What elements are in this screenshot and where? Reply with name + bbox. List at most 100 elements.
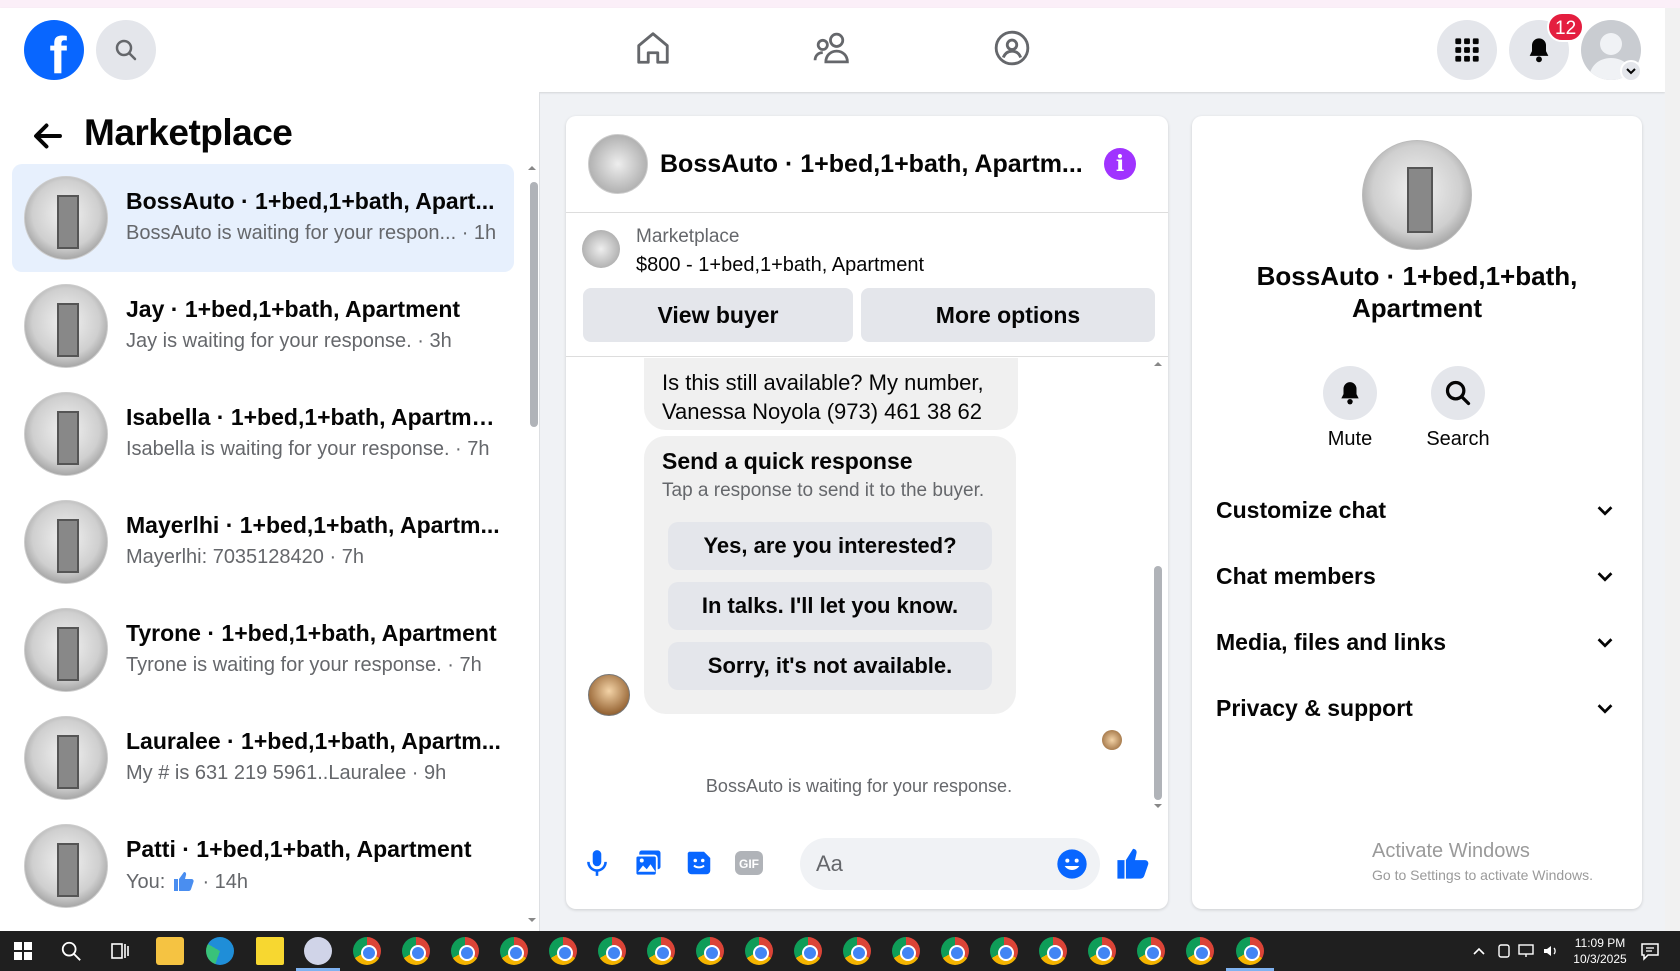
taskbar-search-icon[interactable] [60,940,82,962]
mute-button[interactable]: Mute [1305,366,1395,451]
chrome-icon[interactable] [598,937,626,965]
chat-header-avatar[interactable] [588,134,648,194]
conversation-item[interactable]: Isabella · 1+bed,1+bath, Apartment Isabe… [12,380,514,488]
chevron-down-icon [1597,704,1613,714]
clock-date: 10/3/2025 [1573,952,1627,966]
send-like-button[interactable] [1114,844,1152,882]
home-nav-button[interactable] [631,26,675,70]
quick-response-button[interactable]: In talks. I'll let you know. [668,582,992,630]
contact-avatar[interactable] [1362,140,1472,250]
file-explorer-icon[interactable] [156,937,184,965]
sticky-notes-icon[interactable] [256,937,284,965]
conversation-preview: Isabella is waiting for your response. ·… [126,438,490,460]
volume-icon[interactable] [1542,943,1560,959]
sticker-button[interactable] [682,846,716,880]
scrollbar-thumb[interactable] [530,182,538,427]
home-icon [637,32,669,64]
tray-device-icon[interactable] [1496,943,1512,959]
chrome-icon[interactable] [1137,937,1165,965]
gif-button[interactable]: GIF [732,846,766,880]
chrome-icon[interactable] [990,937,1018,965]
network-icon[interactable] [1518,943,1536,959]
conversation-avatar [24,608,108,692]
accordion-label: Media, files and links [1216,628,1447,655]
snipping-tool-icon[interactable] [304,937,332,965]
clock[interactable]: 11:09 PM 10/3/2025 [1560,931,1640,971]
listing-thumbnail [582,230,620,268]
conversation-item[interactable]: Tyrone · 1+bed,1+bath, Apartment Tyrone … [12,596,514,704]
activate-windows-watermark: Activate Windows Go to Settings to activ… [1372,840,1593,883]
quick-response-title: Send a quick response [662,448,913,474]
chrome-icon[interactable] [353,937,381,965]
chrome-icon[interactable] [794,937,822,965]
groups-nav-button[interactable] [990,26,1034,70]
chrome-icon[interactable] [892,937,920,965]
tray-chevron-up-icon[interactable] [1472,945,1486,957]
message-input[interactable] [816,846,1046,882]
chrome-icon[interactable] [402,937,430,965]
chevron-down-icon [1626,68,1636,75]
chat-title[interactable]: BossAuto · 1+bed,1+bath, Apartm... [660,150,1083,179]
accordion-media-files-links[interactable]: Media, files and links [1216,622,1616,662]
chrome-icon[interactable] [1088,937,1116,965]
accordion-customize-chat[interactable]: Customize chat [1216,490,1616,530]
more-options-button[interactable]: More options [861,288,1155,342]
voice-clip-button[interactable] [580,846,614,880]
chrome-icon[interactable] [1039,937,1067,965]
notification-center-icon[interactable] [1640,941,1660,961]
accordion-chat-members[interactable]: Chat members [1216,556,1616,596]
conversation-item[interactable]: Lauralee · 1+bed,1+bath, Apartm... My # … [12,704,514,812]
back-arrow-icon[interactable] [30,118,66,154]
chrome-icon[interactable] [549,937,577,965]
chrome-icon[interactable] [1236,937,1264,965]
chrome-icon[interactable] [696,937,724,965]
search-in-chat-button[interactable]: Search [1413,366,1503,451]
search-button[interactable] [96,20,156,80]
activate-title: Activate Windows [1372,840,1530,862]
conversation-preview: Jay is waiting for your response. · 3h [126,330,452,352]
task-view-icon[interactable] [110,941,130,961]
svg-text:GIF: GIF [739,857,759,871]
gif-icon: GIF [735,851,763,875]
edge-icon[interactable] [206,937,234,965]
bell-icon [1341,382,1359,405]
quick-response-button[interactable]: Sorry, it's not available. [668,642,992,690]
activate-subtitle: Go to Settings to activate Windows. [1372,867,1593,883]
view-buyer-button[interactable]: View buyer [583,288,853,342]
chrome-icon[interactable] [745,937,773,965]
conversation-avatar [24,284,108,368]
read-receipt-avatar [1102,730,1122,750]
friends-nav-button[interactable] [810,26,854,70]
accordion-label: Customize chat [1216,496,1386,523]
info-icon[interactable]: i [1104,148,1136,180]
conversation-avatar [24,500,108,584]
microphone-icon [587,850,607,876]
chrome-icon[interactable] [647,937,675,965]
search-circle [1431,366,1485,420]
accordion-privacy-support[interactable]: Privacy & support [1216,688,1616,728]
quick-response-button[interactable]: Yes, are you interested? [668,522,992,570]
notification-badge: 12 [1547,12,1585,42]
conversation-item[interactable]: Jay · 1+bed,1+bath, Apartment Jay is wai… [12,272,514,380]
emoji-icon[interactable] [1056,848,1088,880]
chat-scrollbar-thumb[interactable] [1154,566,1162,800]
page-scrollbar[interactable] [1665,8,1680,931]
conversation-item[interactable]: Mayerlhi · 1+bed,1+bath, Apartm... Mayer… [12,488,514,596]
sticker-icon [687,851,711,875]
chrome-icon[interactable] [941,937,969,965]
accordion-label: Privacy & support [1216,694,1413,721]
mute-circle [1323,366,1377,420]
chrome-icon[interactable] [500,937,528,965]
chrome-icon[interactable] [1186,937,1214,965]
chrome-icon[interactable] [451,937,479,965]
quick-response-subtitle: Tap a response to send it to the buyer. [662,480,985,501]
windows-start-icon[interactable] [14,942,32,960]
chrome-icon[interactable] [843,937,871,965]
account-menu-caret[interactable] [1620,60,1642,82]
attach-photo-button[interactable] [631,846,665,880]
conversation-item[interactable]: Patti · 1+bed,1+bath, Apartment You: · 1… [12,812,514,920]
facebook-logo[interactable]: f [24,20,84,80]
menu-button[interactable] [1437,20,1497,80]
conversation-item[interactable]: BossAuto · 1+bed,1+bath, Apart... BossAu… [12,164,514,272]
image-icon [634,850,661,877]
